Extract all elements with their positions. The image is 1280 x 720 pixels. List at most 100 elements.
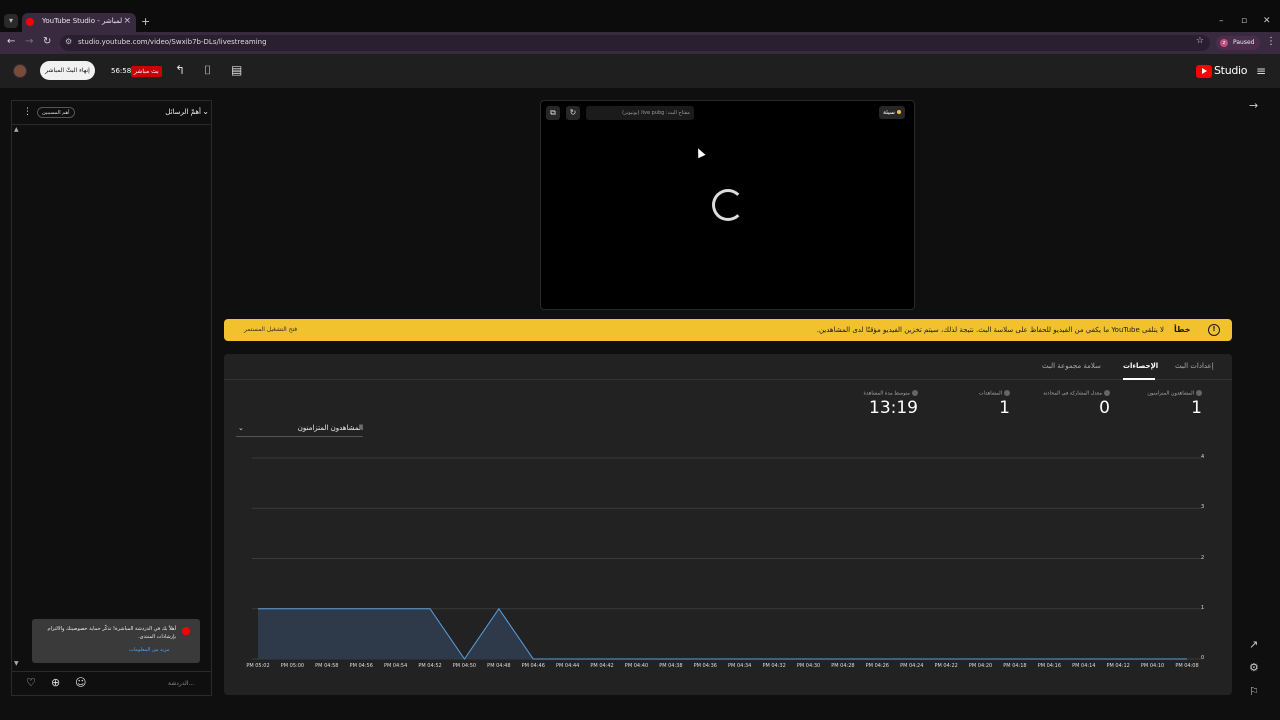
scroll-down-icon[interactable]: ▼: [14, 660, 19, 667]
profile-avatar: z: [1220, 39, 1228, 47]
chat-mode-select[interactable]: أهمّ الرسائل: [165, 108, 201, 116]
stream-preview: ⧉ ↻ مفتاح البث: live pubg (يوتيوتر) سيئة: [540, 100, 915, 310]
heart-icon[interactable]: ♡: [26, 676, 36, 689]
chevron-down-icon[interactable]: ⌄: [202, 107, 209, 116]
open-external-icon[interactable]: ↗: [1249, 638, 1258, 651]
youtube-logo-icon[interactable]: [1196, 65, 1212, 78]
chat-options-icon[interactable]: ⋮: [23, 107, 32, 117]
studio-header: إنهاء البثّ المباشر 56:58 بث مباشر ↰ ⌷ ▤…: [0, 54, 1280, 88]
youtube-favicon-icon: [26, 18, 34, 26]
youtube-dot-icon: [182, 627, 190, 635]
live-badge: بث مباشر: [131, 66, 162, 77]
x-tick-label: PM 04:44: [555, 663, 580, 669]
stat-value: 13:19: [869, 397, 918, 418]
x-tick-label: PM 04:50: [452, 663, 477, 669]
stat-value: 1: [999, 397, 1010, 418]
maximize-icon[interactable]: ▫: [1241, 16, 1247, 26]
chat-input[interactable]: الدردشة...: [168, 680, 194, 687]
x-tick-label: PM 04:40: [624, 663, 649, 669]
stream-health-label: سيئة: [883, 109, 895, 116]
x-tick-label: PM 04:12: [1106, 663, 1130, 669]
help-icon[interactable]: [912, 390, 918, 396]
top-donors-chip[interactable]: أهم المسببين: [37, 107, 75, 118]
minimize-icon[interactable]: –: [1219, 16, 1224, 26]
calendar-icon[interactable]: ▤: [231, 63, 242, 77]
x-tick-label: PM 04:28: [831, 663, 855, 669]
chevron-down-icon: ⌄: [238, 424, 244, 432]
help-icon[interactable]: [1196, 390, 1202, 396]
tab-stream-health[interactable]: سلامة مجموعة البث: [1042, 362, 1101, 370]
refresh-icon[interactable]: ↻: [566, 106, 580, 120]
chat-header: ⋮ أهم المسببين أهمّ الرسائل ⌄: [12, 101, 211, 125]
menu-icon[interactable]: ≡: [1256, 64, 1266, 78]
x-tick-label: PM 04:34: [728, 663, 752, 669]
bookmark-icon[interactable]: ⌷: [204, 63, 211, 78]
y-tick-label: 0: [1201, 655, 1205, 661]
omnibox[interactable]: ⚙ studio.youtube.com/video/Swxib7b-DLs/l…: [60, 35, 1210, 51]
notice-text: أهلاً بك في الدردشة المباشرة! تذكّر حماي…: [47, 626, 177, 640]
profile-chip[interactable]: z Paused: [1216, 36, 1260, 50]
address-bar: ← → ↻ ⚙ studio.youtube.com/video/Swxib7b…: [0, 32, 1280, 54]
forward-icon[interactable]: →: [25, 36, 33, 47]
x-tick-label: PM 04:52: [418, 663, 442, 669]
series-area: [258, 608, 1187, 659]
x-tick-label: PM 04:32: [762, 663, 786, 669]
feedback-icon[interactable]: ⚐: [1249, 685, 1259, 698]
emoji-icon[interactable]: ☺: [75, 676, 86, 689]
browser-menu-icon[interactable]: ⋮: [1266, 36, 1276, 47]
scroll-up-icon[interactable]: ▲: [14, 126, 19, 133]
tab-close-icon[interactable]: ×: [123, 16, 131, 26]
metric-dropdown[interactable]: المشاهدون المتزامنون ⌄: [236, 422, 363, 437]
stat-value: 0: [1099, 397, 1110, 418]
x-tick-label: PM 04:10: [1140, 663, 1165, 669]
tab-stream-settings[interactable]: إعدادات البث: [1175, 362, 1214, 370]
stat-label: متوسط مدة المشاهدة: [863, 390, 910, 397]
y-tick-label: 4: [1201, 454, 1205, 460]
x-tick-label: PM 05:00: [280, 663, 305, 669]
x-tick-label: PM 04:42: [590, 663, 614, 669]
help-icon[interactable]: [1004, 390, 1010, 396]
mouse-cursor-icon: [694, 146, 706, 159]
stat-label: المشاهدون المتزامنون: [1147, 390, 1194, 397]
help-icon[interactable]: [1104, 390, 1110, 396]
stream-key-select[interactable]: مفتاح البث: live pubg (يوتيوتر): [586, 106, 694, 120]
expand-arrow-icon[interactable]: →: [1249, 99, 1258, 112]
back-icon[interactable]: ←: [7, 36, 15, 47]
live-chat-panel: ⋮ أهم المسببين أهمّ الرسائل ⌄ ▲ ▼ أهلاً …: [11, 100, 212, 696]
share-icon[interactable]: ↰: [175, 63, 185, 77]
x-axis-labels: PM 05:02 PM 05:00 PM 04:58 PM 04:56 PM 04:54…: [224, 663, 1232, 673]
site-info-icon[interactable]: ⚙: [65, 37, 72, 46]
tab-analytics[interactable]: الإحصاءات: [1123, 362, 1158, 370]
url-text: studio.youtube.com/video/Swxib7b-DLs/liv…: [78, 38, 267, 46]
loading-spinner-icon: [712, 189, 744, 221]
x-tick-label: PM 04:54: [383, 663, 408, 669]
learn-more-link[interactable]: مزيد من المعلومات: [129, 647, 169, 653]
x-tick-label: PM 04:08: [1175, 663, 1199, 669]
x-tick-label: PM 04:18: [1003, 663, 1027, 669]
browser-tabstrip: ▾ YouTube Studio - البثّ المباشر × + – ▫…: [0, 0, 1280, 32]
add-circle-icon[interactable]: ⊕: [51, 676, 60, 689]
stat-avg-watch-time: متوسط مدة المشاهدة 13:19: [836, 390, 918, 418]
stat-concurrent-viewers: المشاهدون المتزامنون 1: [1130, 390, 1202, 418]
tab-list-chevron-icon[interactable]: ▾: [4, 14, 18, 28]
viewers-chart: [252, 457, 1202, 660]
reload-icon[interactable]: ↻: [43, 36, 51, 47]
channel-avatar[interactable]: [13, 64, 27, 78]
copy-icon[interactable]: ⧉: [546, 106, 560, 120]
browser-tab[interactable]: YouTube Studio - البثّ المباشر ×: [22, 13, 136, 32]
x-tick-label: PM 04:26: [865, 663, 889, 669]
bookmark-star-icon[interactable]: ☆: [1196, 36, 1204, 46]
open-playback-link[interactable]: فتح التشغيل المستمر: [244, 326, 297, 333]
chat-input-row: ♡ ⊕ ☺ الدردشة...: [12, 671, 211, 696]
settings-gear-icon[interactable]: ⚙: [1249, 661, 1259, 674]
x-tick-label: PM 04:14: [1072, 663, 1096, 669]
x-tick-label: PM 04:56: [349, 663, 373, 669]
live-timer: 56:58: [111, 67, 132, 75]
profile-status: Paused: [1233, 39, 1255, 46]
stat-label: معدل المشاركة في المحادثة: [1043, 390, 1102, 397]
window-close-icon[interactable]: ✕: [1263, 16, 1271, 26]
end-stream-button[interactable]: إنهاء البثّ المباشر: [40, 61, 95, 80]
error-title: خطأ: [1174, 325, 1191, 334]
new-tab-icon[interactable]: +: [141, 15, 150, 28]
x-tick-label: PM 04:58: [315, 663, 339, 669]
